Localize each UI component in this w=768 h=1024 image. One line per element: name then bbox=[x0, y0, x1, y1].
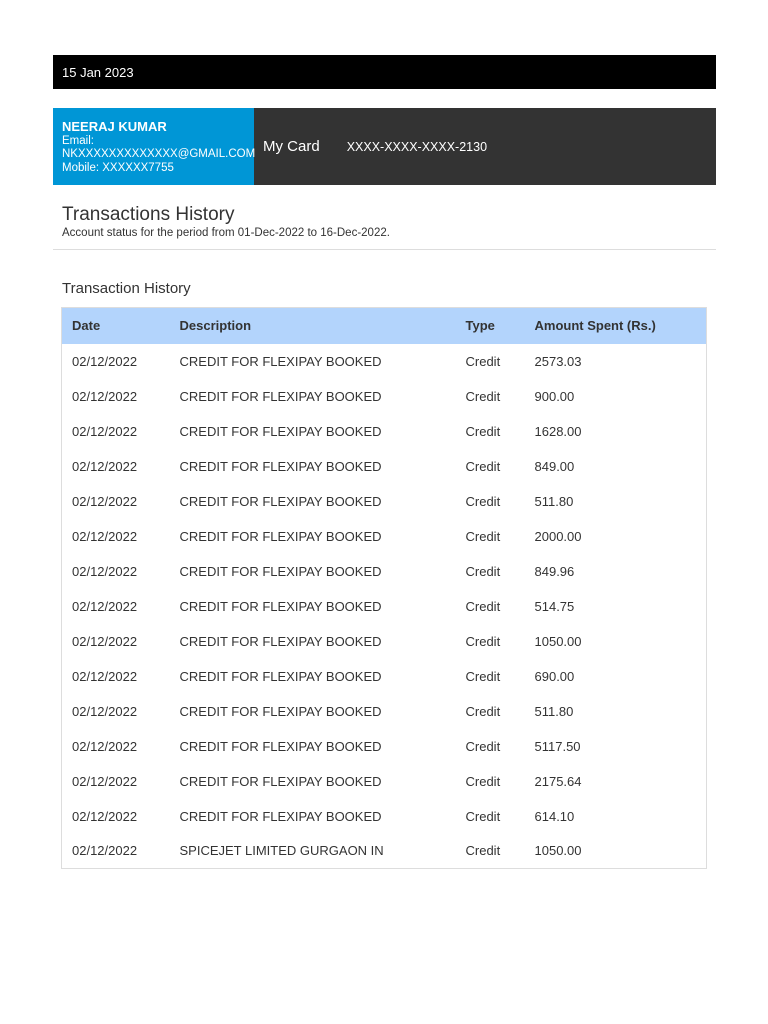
cell-date: 02/12/2022 bbox=[72, 843, 138, 859]
cell-type: Credit bbox=[465, 633, 501, 649]
cell-description: SPICEJET LIMITED GURGAON IN bbox=[179, 843, 384, 859]
table-row: 02/12/2022 CREDIT FOR FLEXIPAY BOOKED Cred… bbox=[62, 659, 707, 694]
cell-description: CREDIT FOR FLEXIPAY BOOKED bbox=[179, 458, 382, 474]
cell-description: CREDIT FOR FLEXIPAY BOOKED bbox=[179, 633, 382, 649]
table-row: 02/12/2022 SPICEJET LIMITED GURGAON IN Cre… bbox=[62, 834, 707, 869]
table-row: 02/12/2022 CREDIT FOR FLEXIPAY BOOKED Cred… bbox=[62, 414, 707, 449]
table-row: 02/12/2022 CREDIT FOR FLEXIPAY BOOKED Cred… bbox=[62, 449, 707, 484]
cell-amount: 2573.03 bbox=[534, 353, 582, 369]
table-row: 02/12/2022 CREDIT FOR FLEXIPAY BOOKED Cred… bbox=[62, 379, 707, 414]
cell-amount: 849.96 bbox=[534, 563, 575, 579]
cell-description: CREDIT FOR FLEXIPAY BOOKED bbox=[179, 598, 382, 614]
card-label: My Card bbox=[263, 138, 320, 155]
card-info: My Card XXXX-XXXX-XXXX-2130 bbox=[254, 108, 487, 185]
page-subtitle: Account status for the period from 01-De… bbox=[62, 227, 390, 239]
cell-description: CREDIT FOR FLEXIPAY BOOKED bbox=[179, 528, 382, 544]
cell-description: CREDIT FOR FLEXIPAY BOOKED bbox=[179, 423, 382, 439]
page-title: Transactions History bbox=[62, 204, 235, 225]
cell-description: CREDIT FOR FLEXIPAY BOOKED bbox=[179, 703, 382, 719]
cell-date: 02/12/2022 bbox=[72, 738, 138, 754]
cell-amount: 1050.00 bbox=[534, 633, 582, 649]
table-row: 02/12/2022 CREDIT FOR FLEXIPAY BOOKED Cred… bbox=[62, 589, 707, 624]
cell-amount: 614.10 bbox=[534, 808, 575, 824]
cell-amount: 514.75 bbox=[534, 598, 575, 614]
table-row: 02/12/2022 CREDIT FOR FLEXIPAY BOOKED Cred… bbox=[62, 344, 707, 379]
cell-description: CREDIT FOR FLEXIPAY BOOKED bbox=[179, 563, 382, 579]
cell-type: Credit bbox=[465, 423, 501, 439]
cell-date: 02/12/2022 bbox=[72, 598, 138, 614]
cell-date: 02/12/2022 bbox=[72, 703, 138, 719]
header-amount: Amount Spent (Rs.) bbox=[524, 307, 707, 344]
cell-type: Credit bbox=[465, 528, 501, 544]
cell-date: 02/12/2022 bbox=[72, 458, 138, 474]
cell-amount: 849.00 bbox=[534, 458, 575, 474]
cell-description: CREDIT FOR FLEXIPAY BOOKED bbox=[179, 738, 382, 754]
cell-type: Credit bbox=[465, 773, 501, 789]
cell-type: Credit bbox=[465, 738, 501, 754]
cell-description: CREDIT FOR FLEXIPAY BOOKED bbox=[179, 668, 382, 684]
cell-date: 02/12/2022 bbox=[72, 423, 138, 439]
cell-description: CREDIT FOR FLEXIPAY BOOKED bbox=[179, 808, 382, 824]
cell-description: CREDIT FOR FLEXIPAY BOOKED bbox=[179, 773, 382, 789]
cell-date: 02/12/2022 bbox=[72, 633, 138, 649]
cell-type: Credit bbox=[465, 458, 501, 474]
table-row: 02/12/2022 CREDIT FOR FLEXIPAY BOOKED Cred… bbox=[62, 624, 707, 659]
table-row: 02/12/2022 CREDIT FOR FLEXIPAY BOOKED Cred… bbox=[62, 799, 707, 834]
cell-amount: 2175.64 bbox=[534, 773, 582, 789]
cell-type: Credit bbox=[465, 353, 501, 369]
email-label: Email: bbox=[62, 134, 94, 147]
cell-amount: 511.80 bbox=[534, 703, 574, 719]
card-number: XXXX-XXXX-XXXX-2130 bbox=[346, 139, 488, 154]
cell-amount: 511.80 bbox=[534, 493, 574, 509]
user-info: NEERAJ KUMAR Email: NKXXXXXXXXXXXXX@GMAI… bbox=[53, 108, 256, 185]
cell-type: Credit bbox=[465, 493, 501, 509]
table-row: 02/12/2022 CREDIT FOR FLEXIPAY BOOKED Cred… bbox=[62, 484, 707, 519]
table-row: 02/12/2022 CREDIT FOR FLEXIPAY BOOKED Cred… bbox=[62, 694, 707, 729]
header-date: Date bbox=[61, 307, 170, 344]
cell-type: Credit bbox=[465, 563, 501, 579]
cell-type: Credit bbox=[465, 668, 501, 684]
statement-date: 15 Jan 2023 bbox=[62, 65, 134, 80]
cell-type: Credit bbox=[465, 703, 501, 719]
header-description: Description bbox=[169, 307, 456, 344]
cell-type: Credit bbox=[465, 808, 501, 824]
cell-amount: 1628.00 bbox=[534, 423, 582, 439]
cell-amount: 1050.00 bbox=[534, 843, 582, 859]
transactions-table: Date Description Type Amount Spent (Rs.)… bbox=[61, 307, 707, 869]
cell-amount: 900.00 bbox=[534, 388, 575, 404]
section-title: Transaction History bbox=[62, 280, 191, 297]
cell-description: CREDIT FOR FLEXIPAY BOOKED bbox=[179, 493, 382, 509]
date-bar: 15 Jan 2023 bbox=[53, 55, 716, 89]
cell-date: 02/12/2022 bbox=[72, 528, 138, 544]
cell-date: 02/12/2022 bbox=[72, 668, 138, 684]
user-name: NEERAJ KUMAR bbox=[62, 119, 167, 134]
table-row: 02/12/2022 CREDIT FOR FLEXIPAY BOOKED Cred… bbox=[62, 729, 707, 764]
cell-date: 02/12/2022 bbox=[72, 773, 138, 789]
table-row: 02/12/2022 CREDIT FOR FLEXIPAY BOOKED Cred… bbox=[62, 764, 707, 799]
cell-date: 02/12/2022 bbox=[72, 353, 138, 369]
cell-date: 02/12/2022 bbox=[72, 563, 138, 579]
table-row: 02/12/2022 CREDIT FOR FLEXIPAY BOOKED Cred… bbox=[62, 519, 707, 554]
cell-date: 02/12/2022 bbox=[72, 388, 138, 404]
cell-date: 02/12/2022 bbox=[72, 808, 138, 824]
cell-type: Credit bbox=[465, 843, 501, 859]
cell-type: Credit bbox=[465, 388, 501, 404]
header-type: Type bbox=[455, 307, 525, 344]
table-row: 02/12/2022 CREDIT FOR FLEXIPAY BOOKED Cred… bbox=[62, 554, 707, 589]
cell-type: Credit bbox=[465, 598, 501, 614]
cell-amount: 5117.50 bbox=[534, 738, 581, 754]
user-email: NKXXXXXXXXXXXXX@GMAIL.COM bbox=[62, 148, 256, 160]
cell-amount: 2000.00 bbox=[534, 528, 582, 544]
cell-description: CREDIT FOR FLEXIPAY BOOKED bbox=[179, 388, 382, 404]
cell-amount: 690.00 bbox=[534, 668, 575, 684]
divider bbox=[53, 249, 716, 250]
profile-banner: NEERAJ KUMAR Email: NKXXXXXXXXXXXXX@GMAI… bbox=[53, 108, 716, 185]
cell-date: 02/12/2022 bbox=[72, 493, 138, 509]
cell-description: CREDIT FOR FLEXIPAY BOOKED bbox=[179, 353, 382, 369]
user-mobile: Mobile: XXXXXX7755 bbox=[62, 161, 174, 174]
table-header-row: Date Description Type Amount Spent (Rs.) bbox=[61, 307, 707, 344]
